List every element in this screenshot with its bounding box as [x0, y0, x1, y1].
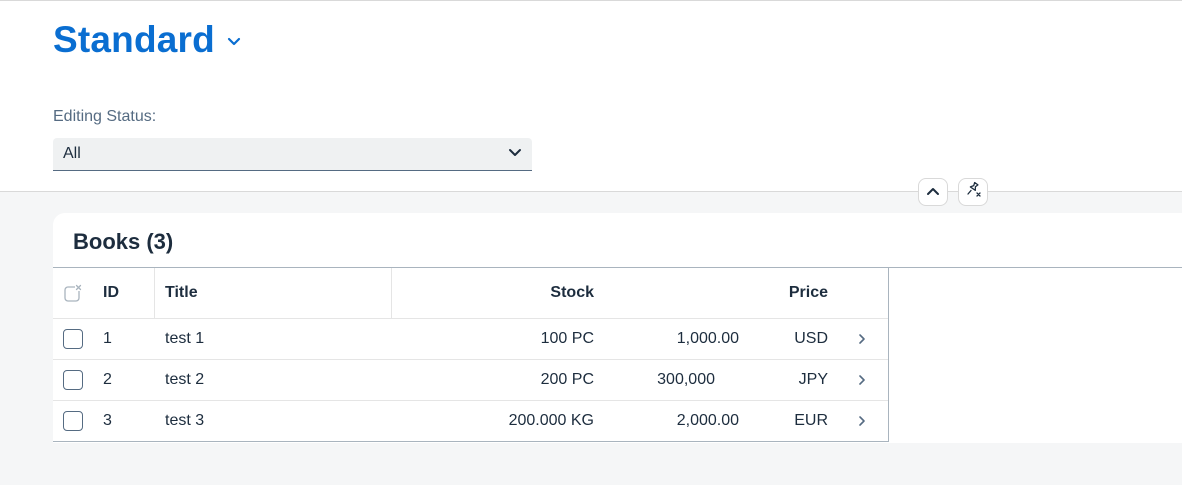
cell-id: 2: [103, 371, 112, 388]
books-table: ID Title Stock Price 1 test 1 100 PC 1,0…: [53, 267, 889, 442]
row-checkbox[interactable]: [63, 329, 83, 349]
cell-price-amount: 1,000.00: [676, 330, 739, 347]
editing-status-value: All: [63, 145, 81, 162]
books-table-card: Books (3) ID Title Stock Price 1 test 1 …: [53, 213, 1182, 443]
table-header-row: ID Title Stock Price: [53, 268, 888, 319]
row-checkbox[interactable]: [63, 370, 83, 390]
column-header-stock[interactable]: Stock: [550, 268, 594, 318]
cell-stock: 100 PC: [540, 330, 594, 347]
column-separator: [391, 268, 392, 318]
chevron-right-icon[interactable]: [856, 401, 868, 441]
chevron-down-icon[interactable]: [508, 145, 522, 163]
cell-price-amount: 2,000.00: [676, 412, 739, 429]
cell-title: test 2: [165, 371, 205, 388]
table-row[interactable]: 3 test 3 200.000 KG 2,000.00 EUR: [53, 401, 888, 442]
cell-price-amount: 300,000: [657, 371, 715, 388]
cell-price-currency: JPY: [798, 371, 828, 388]
column-header-title[interactable]: Title: [165, 268, 198, 318]
table-title: Books (3): [73, 229, 174, 254]
object-page-header: Standard Editing Status: All: [0, 0, 1182, 192]
cell-stock: 200.000 KG: [508, 412, 594, 429]
cell-title: test 3: [165, 412, 205, 429]
table-row[interactable]: 1 test 1 100 PC 1,000.00 USD: [53, 319, 888, 360]
cell-stock: 200 PC: [540, 371, 594, 388]
chevron-up-icon: [926, 183, 940, 201]
editing-status-select[interactable]: All: [53, 138, 532, 171]
pin-header-button[interactable]: [958, 178, 988, 206]
row-select-cell[interactable]: [63, 319, 83, 359]
cell-price-currency: EUR: [794, 412, 828, 429]
row-select-cell[interactable]: [63, 360, 83, 400]
variant-management[interactable]: Standard: [53, 19, 241, 61]
variant-title[interactable]: Standard: [53, 19, 215, 61]
divider: [889, 267, 1182, 268]
chevron-right-icon[interactable]: [856, 360, 868, 400]
row-checkbox[interactable]: [63, 411, 83, 431]
cell-title: test 1: [165, 330, 205, 347]
clear-selection-icon[interactable]: [63, 268, 83, 318]
column-header-id[interactable]: ID: [103, 268, 119, 318]
table-row[interactable]: 2 test 2 200 PC 300,000 JPY: [53, 360, 888, 401]
chevron-down-icon[interactable]: [227, 34, 241, 52]
row-select-cell[interactable]: [63, 401, 83, 441]
editing-status-label: Editing Status:: [53, 108, 157, 125]
column-separator: [154, 268, 155, 318]
chevron-right-icon[interactable]: [856, 319, 868, 359]
cell-id: 3: [103, 412, 112, 429]
pin-icon: [963, 181, 983, 204]
cell-price-currency: USD: [794, 330, 828, 347]
column-header-price[interactable]: Price: [789, 268, 828, 318]
cell-id: 1: [103, 330, 112, 347]
collapse-header-button[interactable]: [918, 178, 948, 206]
